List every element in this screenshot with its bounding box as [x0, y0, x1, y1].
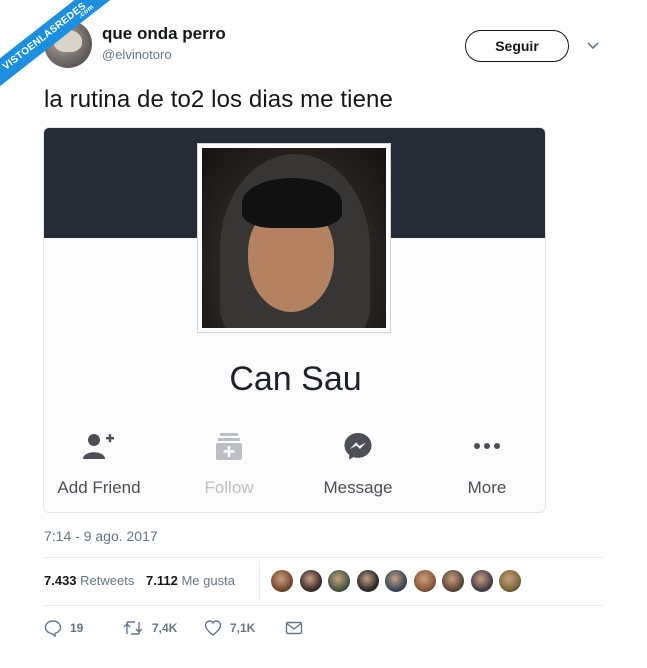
retweet-icon: [123, 621, 143, 635]
reply-count: 19: [70, 621, 84, 635]
profile-actions: Add Friend Follow Message More: [44, 428, 545, 508]
divider: [44, 605, 603, 606]
reply-icon: [44, 620, 62, 637]
likes-count: 7.112: [146, 573, 178, 588]
tweet-stats: 7.433 Retweets 7.112 Me gusta: [44, 573, 243, 588]
likes-stat[interactable]: 7.112 Me gusta: [146, 573, 235, 588]
direct-message-button[interactable]: [285, 619, 311, 637]
chevron-down-icon[interactable]: [586, 38, 600, 52]
message-label: Message: [323, 478, 393, 497]
heart-icon: [204, 620, 222, 636]
follow-label: Follow: [204, 478, 254, 497]
add-friend-action: Add Friend: [44, 428, 154, 498]
message-action: Message: [303, 428, 413, 498]
follow-icon: [174, 428, 284, 464]
liker-avatar[interactable]: [498, 569, 522, 593]
liker-avatar[interactable]: [298, 569, 323, 593]
liker-avatar[interactable]: [412, 569, 437, 593]
retweets-count: 7.433: [44, 573, 77, 588]
tweet-timestamp[interactable]: 7:14 - 9 ago. 2017: [44, 528, 158, 544]
more-action: More: [432, 428, 542, 498]
retweets-stat[interactable]: 7.433 Retweets: [44, 573, 138, 588]
like-count: 7,1K: [230, 621, 256, 635]
retweet-count: 7,4K: [152, 621, 178, 635]
add-friend-label: Add Friend: [57, 478, 141, 497]
profile-photo: [202, 148, 386, 328]
more-label: More: [467, 478, 507, 497]
stats-separator: [259, 561, 260, 601]
retweet-button[interactable]: 7,4K: [122, 619, 177, 637]
envelope-icon: [285, 621, 303, 635]
author-handle[interactable]: @elvinotoro: [102, 47, 172, 62]
liker-avatar[interactable]: [469, 569, 494, 593]
divider: [44, 557, 603, 558]
liker-avatar[interactable]: [327, 569, 351, 593]
reply-button[interactable]: 19: [44, 619, 83, 637]
like-button[interactable]: 7,1K: [204, 619, 255, 637]
more-dots-icon: [432, 428, 542, 464]
liker-avatar[interactable]: [270, 569, 294, 593]
liker-avatar[interactable]: [355, 569, 380, 593]
messenger-icon: [303, 428, 413, 464]
author-name[interactable]: que onda perro: [102, 24, 226, 44]
follow-action: Follow: [174, 428, 284, 498]
likes-label: Me gusta: [181, 573, 235, 588]
tweet-card: que onda perro @elvinotoro Seguir la rut…: [0, 0, 647, 668]
tweet-media[interactable]: Can Sau Add Friend Follow Message More: [43, 127, 546, 513]
follow-button[interactable]: Seguir: [465, 30, 569, 62]
liker-avatar[interactable]: [441, 569, 465, 593]
add-friend-icon: [44, 428, 154, 464]
profile-name: Can Sau: [229, 360, 362, 398]
tweet-text: la rutina de to2 los dias me tiene: [44, 86, 393, 113]
liker-avatar[interactable]: [384, 569, 408, 593]
retweets-label: Retweets: [80, 573, 135, 588]
profile-picture-frame: [197, 143, 391, 333]
